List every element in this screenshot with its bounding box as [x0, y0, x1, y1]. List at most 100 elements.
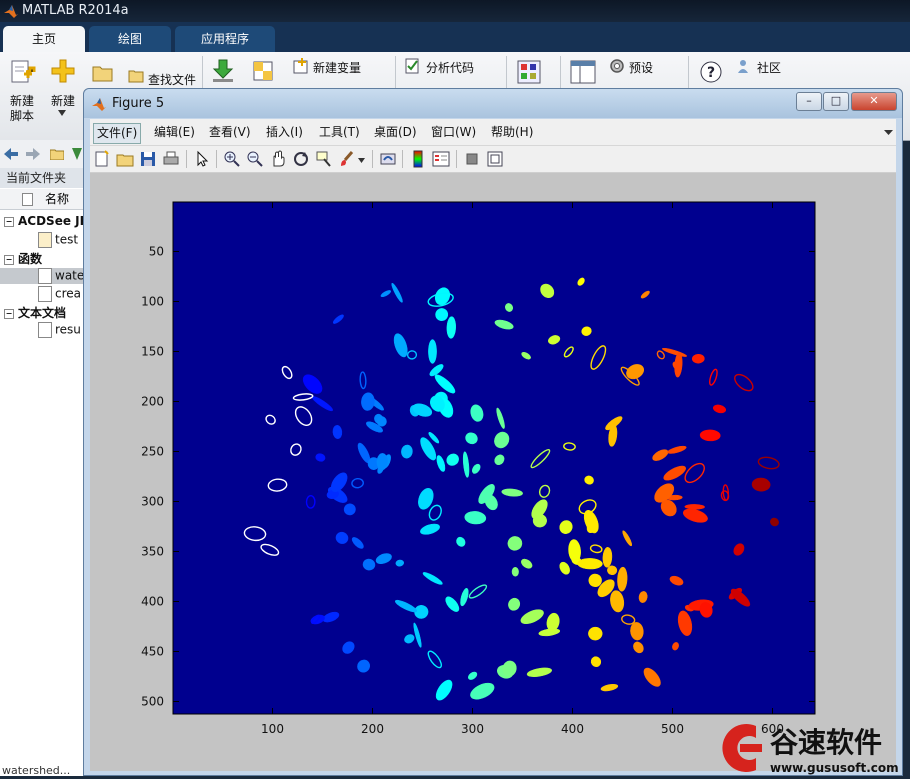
legend-icon[interactable] — [432, 150, 450, 168]
jpg-file-icon — [38, 232, 52, 248]
tree-file-test[interactable]: test — [38, 232, 78, 248]
menu-desktop[interactable]: 桌面(D) — [371, 123, 420, 142]
forward-arrow-icon[interactable] — [26, 148, 40, 160]
maximize-button[interactable]: □ — [823, 92, 849, 111]
figure-menubar: 文件(F) 编辑(E) 查看(V) 插入(I) 工具(T) 桌面(D) 窗口(W… — [90, 119, 896, 146]
figure-titlebar[interactable]: Figure 5 – □ ✕ — [84, 89, 902, 118]
layout-icon[interactable] — [570, 60, 596, 84]
image-axes[interactable]: 100 200 300 400 500 6005010015020025030035040… — [90, 173, 896, 771]
save-icon[interactable] — [139, 150, 157, 168]
function-file-icon — [38, 286, 52, 302]
new-variable-label[interactable]: 新建变量 — [313, 59, 361, 76]
y-tick-label: 200 — [141, 395, 164, 409]
tab-home[interactable]: 主页 — [3, 26, 85, 52]
menubar-arrow-icon[interactable] — [884, 128, 893, 136]
tree-group-functions[interactable]: − 函数 — [4, 250, 42, 267]
menu-help[interactable]: 帮助(H) — [488, 123, 536, 142]
menu-insert[interactable]: 插入(I) — [263, 123, 306, 142]
open-folder-icon[interactable] — [92, 64, 114, 82]
new-figure-icon[interactable] — [93, 150, 111, 168]
new-script-label-2[interactable]: 脚本 — [10, 107, 34, 124]
x-tick-label: 100 — [261, 722, 284, 736]
y-tick-label: 50 — [149, 245, 164, 259]
matlab-logo-icon — [92, 98, 106, 111]
navigation-toolbar — [0, 140, 84, 168]
menu-view[interactable]: 查看(V) — [206, 123, 254, 142]
x-tick-label: 400 — [561, 722, 584, 736]
tree-file-crea[interactable]: crea — [38, 286, 81, 302]
menu-tools[interactable]: 工具(T) — [316, 123, 363, 142]
find-files-label[interactable]: 查找文件 — [148, 71, 196, 88]
y-tick-label: 350 — [141, 545, 164, 559]
back-arrow-icon[interactable] — [4, 148, 18, 160]
collapse-icon[interactable]: − — [4, 308, 14, 319]
help-icon[interactable]: ? — [699, 60, 723, 84]
simulink-icon[interactable] — [517, 60, 541, 84]
tree-group-text-docs[interactable]: − 文本文档 — [4, 304, 66, 321]
minimize-button[interactable]: – — [796, 92, 822, 111]
figure-window: Figure 5 – □ ✕ 文件(F) 编辑(E) 查看(V) 插入(I) 工… — [83, 88, 903, 776]
workspace-icon[interactable] — [252, 60, 276, 84]
open-icon[interactable] — [116, 150, 134, 168]
name-column-header[interactable]: 名称 — [0, 189, 84, 210]
pan-icon[interactable] — [269, 150, 287, 168]
show-plot-tools-icon[interactable] — [486, 150, 504, 168]
link-icon[interactable] — [379, 150, 397, 168]
collapse-icon[interactable]: − — [4, 254, 14, 265]
gear-icon[interactable] — [609, 58, 625, 74]
x-tick-label: 300 — [461, 722, 484, 736]
menu-window[interactable]: 窗口(W) — [428, 123, 479, 142]
new-icon[interactable] — [50, 58, 76, 84]
analyze-code-label[interactable]: 分析代码 — [426, 59, 474, 76]
chevron-down-icon[interactable] — [58, 110, 66, 116]
close-button[interactable]: ✕ — [851, 92, 897, 111]
current-folder-header: 当前文件夹 — [0, 168, 84, 188]
collapse-icon[interactable]: − — [4, 216, 14, 227]
tree-file-wate[interactable]: wate — [0, 268, 84, 284]
tree-file-resu[interactable]: resu — [38, 322, 81, 338]
y-tick-label: 500 — [141, 695, 164, 709]
find-files-icon[interactable] — [128, 69, 144, 83]
watermark-url: www.gususoft.com — [770, 761, 899, 775]
community-icon[interactable] — [737, 58, 753, 74]
chevron-down-icon[interactable] — [358, 158, 365, 163]
watermark-brand: 谷速软件 — [770, 726, 882, 759]
image-background — [173, 202, 815, 714]
tree-group-acdsee[interactable]: − ACDSee JP — [4, 214, 88, 228]
tree-group-label: 函数 — [18, 252, 43, 266]
print-icon[interactable] — [162, 150, 180, 168]
tree-group-label: ACDSee JP — [18, 214, 89, 228]
data-cursor-icon[interactable] — [315, 150, 333, 168]
import-data-icon[interactable] — [210, 58, 236, 84]
tab-apps[interactable]: 应用程序 — [175, 26, 275, 52]
y-tick-label: 250 — [141, 445, 164, 459]
hide-plot-tools-icon[interactable] — [463, 150, 481, 168]
colorbar-icon[interactable] — [409, 150, 427, 168]
tab-plots[interactable]: 绘图 — [89, 26, 171, 52]
menu-edit[interactable]: 编辑(E) — [151, 123, 198, 142]
community-label[interactable]: 社区 — [757, 59, 781, 76]
preferences-label[interactable]: 预设 — [629, 59, 653, 76]
browse-folder-icon[interactable] — [70, 148, 84, 160]
toolbar-divider — [402, 150, 403, 168]
new-label[interactable]: 新建 — [51, 92, 75, 109]
toolbar-divider — [186, 150, 187, 168]
zoom-out-icon[interactable] — [246, 150, 264, 168]
region-blob — [511, 567, 519, 577]
app-title: MATLAB R2014a — [22, 3, 129, 18]
zoom-in-icon[interactable] — [223, 150, 241, 168]
menu-file[interactable]: 文件(F) — [93, 123, 142, 144]
pointer-icon[interactable] — [193, 150, 211, 168]
brush-icon[interactable] — [338, 150, 356, 168]
file-icon — [22, 193, 33, 206]
new-variable-icon[interactable] — [293, 58, 309, 74]
watermark: 谷速软件 www.gususoft.com — [712, 718, 910, 776]
analyze-code-icon[interactable] — [405, 58, 421, 74]
rotate-icon[interactable] — [292, 150, 310, 168]
new-script-icon[interactable] — [8, 58, 36, 86]
up-folder-icon[interactable] — [50, 148, 64, 160]
figure-canvas[interactable]: 100 200 300 400 500 600 50 100 150 200 250 300 350 40… — [90, 173, 896, 771]
y-tick-label: 450 — [141, 645, 164, 659]
matlab-titlebar: MATLAB R2014a — [0, 0, 910, 22]
matlab-logo-icon — [4, 5, 18, 18]
